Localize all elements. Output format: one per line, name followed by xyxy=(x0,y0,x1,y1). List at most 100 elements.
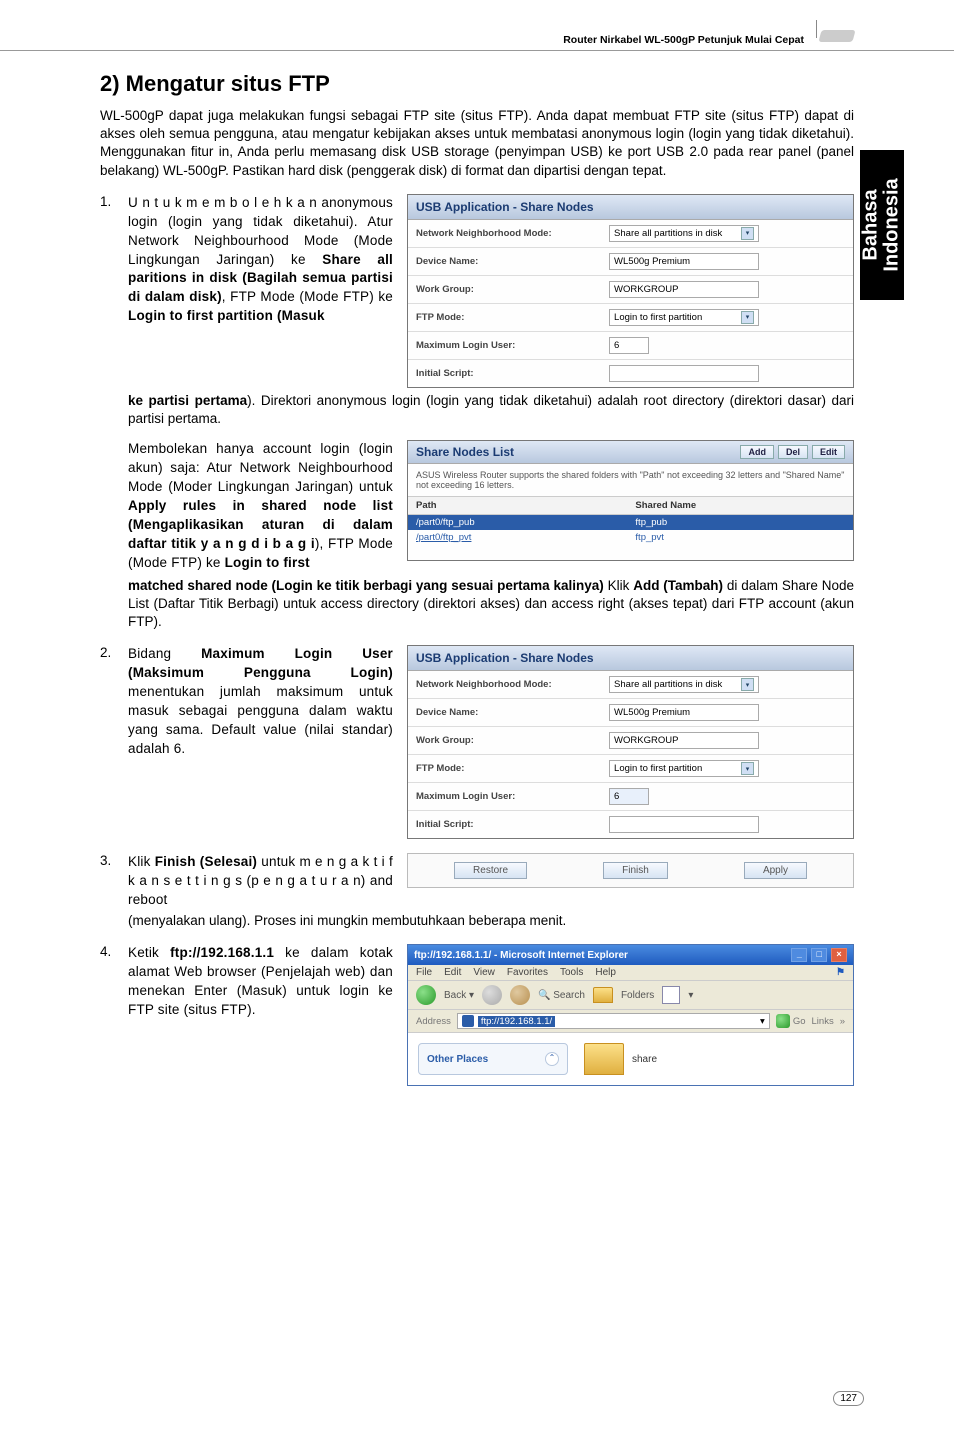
share-list-desc: ASUS Wireless Router supports the shared… xyxy=(408,464,853,497)
nn-mode-label: Network Neighborhood Mode: xyxy=(416,679,609,690)
step-4: 4. Ketik ftp://192.168.1.1 ke dalam kota… xyxy=(100,944,854,1086)
ie-titlebar: ftp://192.168.1.1/ - Microsoft Internet … xyxy=(408,945,853,965)
step2-text: Bidang Maximum Login User (Maksimum Peng… xyxy=(128,645,393,758)
menu-help[interactable]: Help xyxy=(595,967,616,978)
workgroup-input[interactable]: WORKGROUP xyxy=(609,732,759,749)
device-name-label: Device Name: xyxy=(416,707,609,718)
page-header: Router Nirkabel WL-500gP Petunjuk Mulai … xyxy=(0,0,954,51)
share-list-title: Share Nodes List xyxy=(416,445,736,459)
step-number: 2. xyxy=(100,645,118,839)
menu-view[interactable]: View xyxy=(473,967,495,978)
ftp-mode-select[interactable]: Login to first partition▾ xyxy=(609,309,759,326)
back-label: Back ▾ xyxy=(444,990,474,1001)
other-places-panel[interactable]: Other Places ⌃ xyxy=(418,1043,568,1075)
edit-button[interactable]: Edit xyxy=(812,445,845,459)
max-login-input[interactable]: 6 xyxy=(609,788,649,805)
folders-icon[interactable] xyxy=(593,987,613,1003)
address-label: Address xyxy=(416,1016,451,1027)
up-icon[interactable] xyxy=(510,985,530,1005)
max-login-input[interactable]: 6 xyxy=(609,337,649,354)
device-name-input[interactable]: WL500g Premium xyxy=(609,253,759,270)
menu-tools[interactable]: Tools xyxy=(560,967,583,978)
init-script-label: Initial Script: xyxy=(416,368,609,379)
nn-mode-label: Network Neighborhood Mode: xyxy=(416,228,609,239)
other-places-label: Other Places xyxy=(427,1054,488,1065)
chevron-down-icon: ▾ xyxy=(741,762,754,775)
step-number: 4. xyxy=(100,944,118,1086)
step1-after2: matched shared node (Login ke titik berb… xyxy=(128,577,854,632)
del-button[interactable]: Del xyxy=(778,445,808,459)
ie-body: Other Places ⌃ share xyxy=(408,1033,853,1085)
usb-share-nodes-panel-2: USB Application - Share Nodes Network Ne… xyxy=(407,645,854,839)
workgroup-label: Work Group: xyxy=(416,735,609,746)
device-name-label: Device Name: xyxy=(416,256,609,267)
menu-file[interactable]: File xyxy=(416,967,432,978)
ie-title-text: ftp://192.168.1.1/ - Microsoft Internet … xyxy=(414,950,628,961)
ftp-mode-select[interactable]: Login to first partition▾ xyxy=(609,760,759,777)
step3-text: Klik Finish (Selesai) untuk m e n g a k … xyxy=(128,853,393,910)
action-button-row: Restore Finish Apply xyxy=(407,853,854,888)
step1-text-a: U n t u k m e m b o l e h k a n anonymou… xyxy=(128,194,393,326)
back-icon[interactable] xyxy=(416,985,436,1005)
usb-share-nodes-panel-1: USB Application - Share Nodes Network Ne… xyxy=(407,194,854,388)
table-row[interactable]: /part0/ftp_pvt ftp_pvt xyxy=(408,530,853,545)
forward-icon[interactable] xyxy=(482,985,502,1005)
menu-favorites[interactable]: Favorites xyxy=(507,967,548,978)
step-2: 2. Bidang Maximum Login User (Maksimum P… xyxy=(100,645,854,839)
workgroup-input[interactable]: WORKGROUP xyxy=(609,281,759,298)
table-row[interactable]: /part0/ftp_pub ftp_pub xyxy=(408,515,853,531)
finish-button[interactable]: Finish xyxy=(603,862,668,879)
intro-paragraph: WL-500gP dapat juga melakukan fungsi seb… xyxy=(100,107,854,180)
chevron-down-icon: ▾ xyxy=(741,311,754,324)
links-label[interactable]: Links xyxy=(812,1016,834,1027)
folders-label: Folders xyxy=(621,990,654,1001)
restore-button[interactable]: Restore xyxy=(454,862,527,879)
step-1: 1. U n t u k m e m b o l e h k a n anony… xyxy=(100,194,854,631)
step-3: 3. Klik Finish (Selesai) untuk m e n g a… xyxy=(100,853,854,930)
step-number: 1. xyxy=(100,194,118,631)
minimize-icon[interactable]: _ xyxy=(791,948,807,962)
maximize-icon[interactable]: □ xyxy=(811,948,827,962)
panel1-title: USB Application - Share Nodes xyxy=(408,195,853,220)
col-path: Path xyxy=(408,497,627,515)
nn-mode-select[interactable]: Share all partitions in disk▾ xyxy=(609,676,759,693)
folder-label: share xyxy=(632,1054,657,1065)
folder-item[interactable]: share xyxy=(584,1043,657,1075)
step1-after1: ke partisi pertama). Direktori anonymous… xyxy=(128,392,854,428)
go-icon xyxy=(776,1014,790,1028)
step1-text-b: Membolekan hanya account login (login ak… xyxy=(128,440,393,572)
add-button[interactable]: Add xyxy=(740,445,774,459)
ftp-mode-label: FTP Mode: xyxy=(416,763,609,774)
header-text: Router Nirkabel WL-500gP Petunjuk Mulai … xyxy=(563,34,804,46)
nn-mode-select[interactable]: Share all partitions in disk▾ xyxy=(609,225,759,242)
window-controls: _ □ × xyxy=(790,948,847,962)
side-tab-line1: Bahasa xyxy=(860,189,882,260)
init-script-input[interactable] xyxy=(609,816,759,833)
init-script-input[interactable] xyxy=(609,365,759,382)
max-login-label: Maximum Login User: xyxy=(416,340,609,351)
close-icon[interactable]: × xyxy=(831,948,847,962)
step4-text: Ketik ftp://192.168.1.1 ke dalam kotak a… xyxy=(128,944,393,1020)
ie-flag-icon: ⚑ xyxy=(836,967,845,978)
device-name-input[interactable]: WL500g Premium xyxy=(609,704,759,721)
url-text: ftp://192.168.1.1/ xyxy=(478,1016,555,1027)
init-script-label: Initial Script: xyxy=(416,819,609,830)
site-icon xyxy=(462,1015,474,1027)
ie-address-bar: Address ftp://192.168.1.1/ ▾ Go Links» xyxy=(408,1010,853,1033)
share-nodes-list-panel: Share Nodes List Add Del Edit ASUS Wirel… xyxy=(407,440,854,561)
apply-button[interactable]: Apply xyxy=(744,862,807,879)
router-icon xyxy=(814,24,864,46)
col-shared: Shared Name xyxy=(627,497,853,515)
folder-icon xyxy=(584,1043,624,1075)
ftp-mode-label: FTP Mode: xyxy=(416,312,609,323)
workgroup-label: Work Group: xyxy=(416,284,609,295)
section-title: 2) Mengatur situs FTP xyxy=(100,71,854,97)
panel2-title: USB Application - Share Nodes xyxy=(408,646,853,671)
views-icon[interactable] xyxy=(662,986,680,1004)
search-label[interactable]: 🔍 Search xyxy=(538,990,585,1001)
address-input[interactable]: ftp://192.168.1.1/ ▾ xyxy=(457,1013,770,1029)
go-button[interactable]: Go xyxy=(776,1014,806,1028)
menu-edit[interactable]: Edit xyxy=(444,967,461,978)
language-side-tab: Bahasa Indonesia xyxy=(860,150,904,300)
ie-window: ftp://192.168.1.1/ - Microsoft Internet … xyxy=(407,944,854,1086)
